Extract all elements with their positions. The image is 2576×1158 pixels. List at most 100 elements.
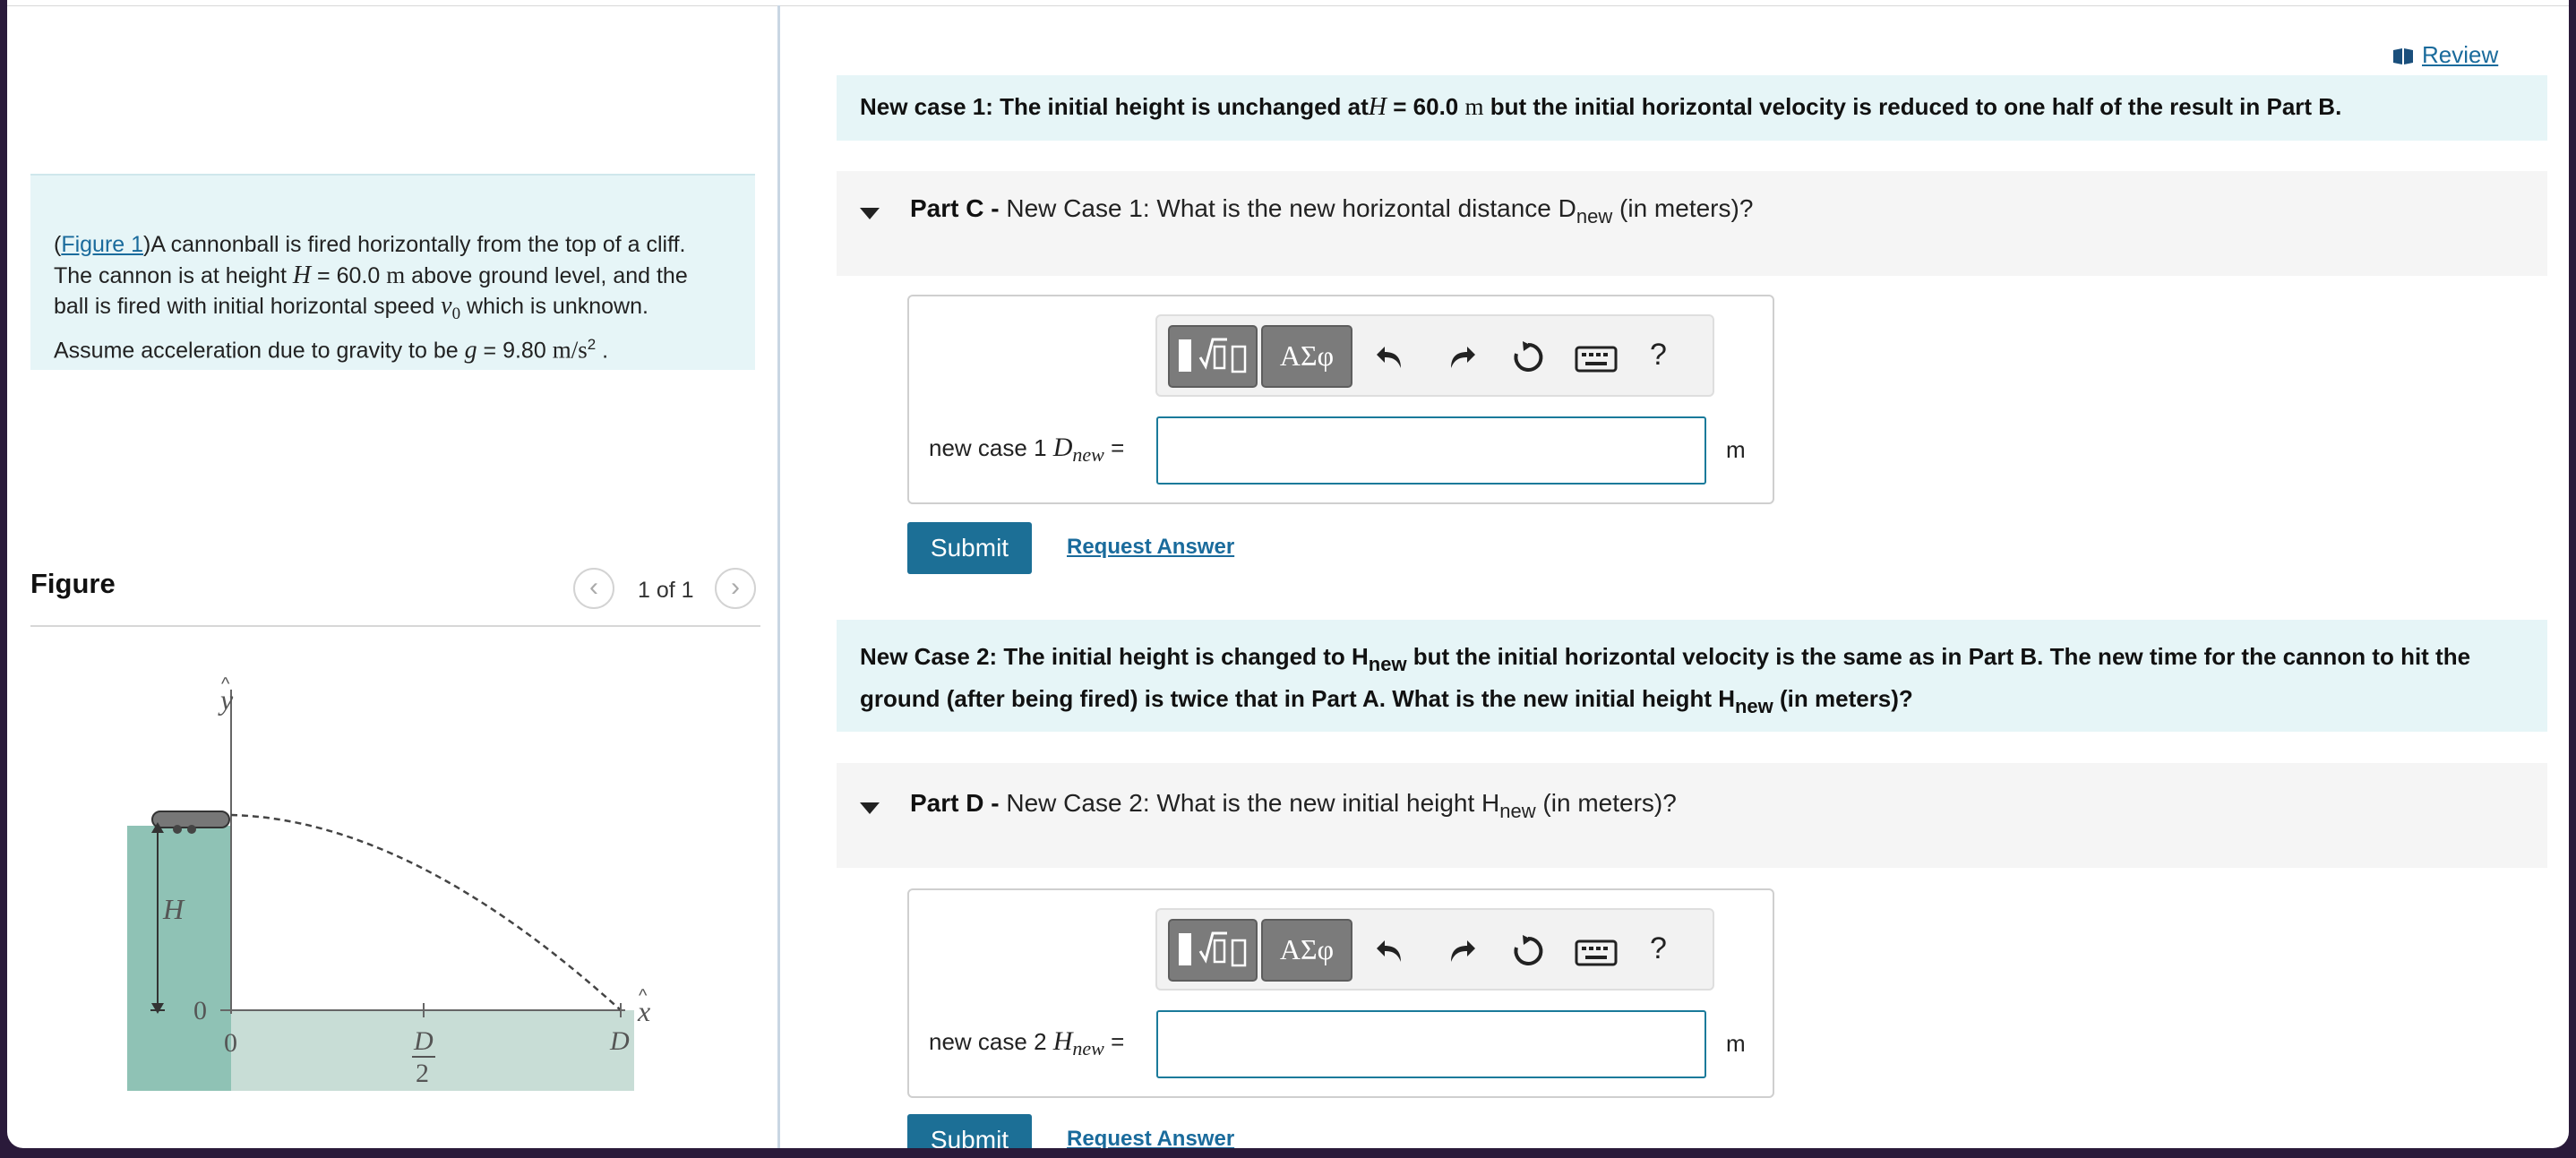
- speed-variable: v: [441, 292, 452, 320]
- intro-text-2b: above ground level, and the: [405, 263, 688, 288]
- case2-statement: New Case 2: The initial height is change…: [837, 620, 2547, 732]
- redo-icon[interactable]: [1442, 933, 1478, 969]
- reset-icon[interactable]: [1510, 339, 1546, 375]
- intro-text-3b: which is unknown.: [460, 294, 648, 319]
- part-c-label-subscript: new: [1072, 443, 1104, 466]
- height-variable: H: [292, 262, 312, 289]
- case2-subscript-2: new: [1734, 695, 1773, 717]
- height-label: H: [162, 893, 185, 925]
- templates-button[interactable]: [1168, 325, 1258, 388]
- part-c-label-equals: =: [1103, 434, 1125, 461]
- intro-text-2: The cannon is at height: [54, 263, 293, 288]
- part-c-label-text: new case 1: [929, 434, 1053, 461]
- top-border: [7, 0, 2569, 6]
- review-label: Review: [2422, 41, 2499, 68]
- intro-line-2: The cannon is at height H = 60.0 m above…: [54, 260, 732, 291]
- part-c-subscript: new: [1576, 205, 1613, 227]
- intro-text-1: )A cannonball is fired horizontally from…: [143, 232, 686, 257]
- part-c-header[interactable]: Part C - New Case 1: What is the new hor…: [837, 171, 2547, 276]
- part-d-label-text: new case 2: [929, 1028, 1053, 1055]
- speed-subscript: 0: [451, 305, 461, 323]
- x-hat-icon: ^: [639, 986, 648, 1006]
- part-c-submit-button[interactable]: Submit: [907, 522, 1032, 574]
- keyboard-icon[interactable]: [1575, 935, 1618, 971]
- part-d-submit-button[interactable]: Submit: [907, 1114, 1032, 1148]
- d-label: D: [609, 1026, 630, 1056]
- chevron-right-icon: ›: [731, 572, 740, 602]
- part-d-answer-panel: ΑΣφ ? new case 2 Hnew = m: [907, 888, 1774, 1098]
- keyboard-icon[interactable]: [1575, 341, 1618, 377]
- reset-icon[interactable]: [1510, 933, 1546, 969]
- redo-icon[interactable]: [1442, 339, 1478, 375]
- greek-letters-button[interactable]: ΑΣφ: [1261, 919, 1352, 982]
- gravity-exponent: 2: [587, 336, 597, 353]
- case2-text-end: (in meters)?: [1773, 685, 1913, 712]
- templates-button[interactable]: [1168, 919, 1258, 982]
- undo-icon[interactable]: [1374, 933, 1410, 969]
- case1-variable: H: [1368, 93, 1387, 121]
- previous-figure-button[interactable]: ‹: [573, 568, 614, 609]
- part-d-subscript: new: [1499, 800, 1536, 822]
- figure-link[interactable]: Figure 1: [61, 232, 143, 257]
- part-c-unit: m: [1726, 436, 1746, 463]
- figure-pager-text: 1 of 1: [638, 578, 694, 603]
- case2-text-mid: but the initial horizontal velocity is t…: [1406, 643, 2471, 670]
- part-c-answer-panel: ΑΣφ ? new case 1 Dnew = m: [907, 295, 1774, 504]
- part-d-label-equals: =: [1103, 1028, 1125, 1055]
- case2-text-line2: ground (after being fired) is twice that…: [860, 685, 1735, 712]
- app-frame: (Figure 1)A cannonball is fired horizont…: [7, 0, 2569, 1148]
- next-figure-button[interactable]: ›: [715, 568, 756, 609]
- part-d-input-label: new case 2 Hnew =: [929, 1026, 1124, 1060]
- part-d-label-variable: H: [1052, 1026, 1073, 1056]
- part-d-label-subscript: new: [1072, 1037, 1104, 1059]
- collapse-caret-icon[interactable]: [860, 208, 880, 219]
- gravity-variable: g: [464, 336, 477, 365]
- intro-text-4b: .: [596, 338, 609, 364]
- review-link[interactable]: Review: [2391, 41, 2498, 69]
- case1-text-end: but the initial horizontal velocity is r…: [1483, 93, 2342, 120]
- case2-subscript-1: new: [1368, 653, 1407, 675]
- part-c-question-end: (in meters)?: [1612, 194, 1754, 222]
- intro-line-3: ball is fired with initial horizontal sp…: [54, 291, 732, 330]
- templates-icon: [1179, 931, 1247, 967]
- part-d-header[interactable]: Part D - New Case 2: What is the new ini…: [837, 763, 2547, 868]
- book-icon: [2393, 48, 2413, 65]
- part-d-unit: m: [1726, 1030, 1746, 1057]
- part-c-label: Part C -: [910, 194, 1000, 222]
- part-d-request-answer-link[interactable]: Request Answer: [1067, 1127, 1234, 1148]
- part-c-input-label: new case 1 Dnew =: [929, 433, 1124, 467]
- part-d-answer-input[interactable]: [1156, 1010, 1706, 1078]
- half-d-numerator: D: [413, 1026, 434, 1056]
- half-d-denominator: 2: [416, 1059, 429, 1088]
- column-divider[interactable]: [777, 5, 780, 1148]
- height-value: = 60.0: [311, 263, 387, 288]
- gravity-unit: m/s: [552, 336, 588, 364]
- greek-letters-button[interactable]: ΑΣφ: [1261, 325, 1352, 388]
- intro-line-4: Assume acceleration due to gravity to be…: [54, 330, 732, 365]
- part-d-question-end: (in meters)?: [1535, 789, 1677, 817]
- help-button[interactable]: ?: [1650, 931, 1667, 966]
- undo-icon[interactable]: [1374, 339, 1410, 375]
- part-c-answer-input[interactable]: [1156, 416, 1706, 485]
- y-hat-icon: ^: [221, 674, 230, 694]
- height-unit: m: [386, 262, 406, 288]
- intro-line-1: (Figure 1)A cannonball is fired horizont…: [54, 232, 686, 257]
- part-c-request-answer-link[interactable]: Request Answer: [1067, 535, 1234, 560]
- figure-title: Figure: [30, 568, 116, 599]
- case1-unit: m: [1464, 93, 1484, 120]
- templates-icon: [1179, 338, 1247, 373]
- gravity-value: = 9.80: [477, 338, 553, 364]
- part-d-label: Part D -: [910, 789, 1000, 817]
- intro-text-4: Assume acceleration due to gravity to be: [54, 338, 465, 364]
- part-c-label-variable: D: [1052, 433, 1073, 462]
- chevron-left-icon: ‹: [589, 572, 598, 602]
- math-toolbar: ΑΣφ ?: [1155, 908, 1714, 991]
- help-button[interactable]: ?: [1650, 338, 1667, 373]
- origin-y-label: 0: [193, 996, 207, 1025]
- collapse-caret-icon[interactable]: [860, 802, 880, 814]
- part-d-question: New Case 2: What is the new initial heig…: [999, 789, 1500, 817]
- math-toolbar: ΑΣφ ?: [1155, 314, 1714, 397]
- intro-text-3: ball is fired with initial horizontal sp…: [54, 294, 442, 319]
- case1-statement: New case 1: The initial height is unchan…: [837, 75, 2547, 141]
- trajectory-curve: [230, 813, 622, 1011]
